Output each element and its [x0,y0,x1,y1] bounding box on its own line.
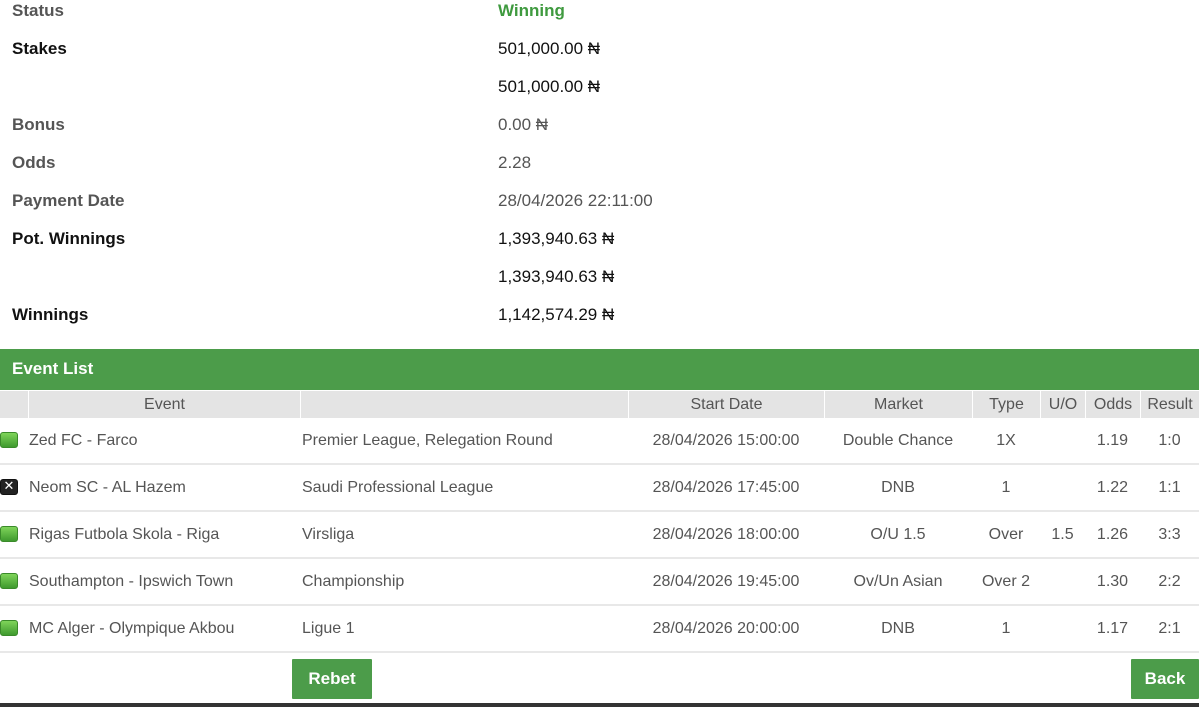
table-row: MC Alger - Olympique Akbou Ligue 1 28/04… [0,606,1199,653]
event-start-date: 28/04/2026 20:00:00 [652,620,800,637]
back-button[interactable]: Back [1131,659,1199,699]
event-name: MC Alger - Olympique Akbou [29,620,235,637]
table-row: Southampton - Ipswich Town Championship … [0,559,1199,606]
event-table-header: Event Start Date Market Type U/O Odds Re… [0,391,1199,418]
event-result: 3:3 [1158,526,1181,543]
pot-winnings-label: Pot. Winnings [12,229,126,248]
event-market: DNB [881,620,915,637]
event-market: Double Chance [842,432,954,449]
summary-row-odds: Odds 2.28 [0,152,1199,190]
event-list-title: Event List [12,359,94,378]
winnings-label: Winnings [12,305,89,324]
pot-winnings-value: 1,393,940.63 ₦ [498,229,615,248]
event-uo: 1.5 [1051,526,1074,543]
odds-label: Odds [12,153,56,172]
summary-row-payment-date: Payment Date 28/04/2026 22:11:00 [0,190,1199,228]
event-odds: 1.19 [1096,432,1129,449]
table-row: Rigas Futbola Skola - Riga Virsliga 28/0… [0,512,1199,559]
column-header-league [300,391,628,418]
winnings-value: 1,142,574.29 ₦ [498,305,615,324]
column-header-result: Result [1140,391,1199,418]
event-name: Zed FC - Farco [29,432,138,449]
payment-date-label: Payment Date [12,191,125,210]
event-league: Virsliga [302,526,355,543]
stakes-label: Stakes [12,39,67,58]
event-uo [1040,465,1085,510]
event-odds: 1.26 [1096,526,1129,543]
event-league: Ligue 1 [302,620,355,637]
event-league: Premier League, Relegation Round [302,432,553,449]
stakes-value-2: 501,000.00 ₦ [498,77,601,96]
column-header-event: Event [28,391,300,418]
column-header-status [0,391,28,418]
event-market: Ov/Un Asian [853,573,943,590]
event-league: Championship [302,573,405,590]
event-result: 2:1 [1158,620,1181,637]
event-name: Southampton - Ipswich Town [29,573,234,590]
payment-date-value: 28/04/2026 22:11:00 [498,191,653,210]
status-label: Status [12,1,64,20]
event-name: Neom SC - AL Hazem [29,479,186,496]
event-name: Rigas Futbola Skola - Riga [29,526,220,543]
event-market: O/U 1.5 [870,526,926,543]
summary-row-pot-winnings-2: 1,393,940.63 ₦ [0,266,1199,304]
status-value: Winning [498,1,565,20]
column-header-odds: Odds [1085,391,1140,418]
green-square-icon [0,620,18,636]
summary-row-bonus: Bonus 0.00 ₦ [0,114,1199,152]
stakes-value: 501,000.00 ₦ [498,39,601,58]
event-list-header: Event List [0,349,1199,390]
event-market: DNB [881,479,915,496]
event-type: 1X [996,432,1016,449]
column-header-type: Type [972,391,1040,418]
event-league: Saudi Professional League [302,479,494,496]
event-start-date: 28/04/2026 17:45:00 [652,479,800,496]
event-type: 1 [1001,620,1011,637]
summary-row-winnings: Winnings 1,142,574.29 ₦ [0,304,1199,342]
event-result: 1:1 [1158,479,1181,496]
rebet-button[interactable]: Rebet [292,659,372,699]
column-header-market: Market [824,391,972,418]
event-result: 2:2 [1158,573,1181,590]
event-result: 1:0 [1158,432,1181,449]
summary-row-stakes-2: 501,000.00 ₦ [0,76,1199,114]
event-type: Over [988,526,1024,543]
event-odds: 1.17 [1096,620,1129,637]
odds-value: 2.28 [498,153,532,172]
event-type: 1 [1001,479,1011,496]
x-mark-icon: ✕ [0,479,18,495]
green-square-icon [0,573,18,589]
column-header-start-date: Start Date [628,391,824,418]
event-odds: 1.30 [1096,573,1129,590]
bonus-label: Bonus [12,115,65,134]
summary-row-status: Status Winning [0,0,1199,38]
green-square-icon [0,432,18,448]
column-header-uo: U/O [1040,391,1085,418]
bonus-value: 0.00 ₦ [498,115,549,134]
event-odds: 1.22 [1096,479,1129,496]
event-start-date: 28/04/2026 15:00:00 [652,432,800,449]
pot-winnings-value-2: 1,393,940.63 ₦ [498,267,615,286]
table-row: Zed FC - Farco Premier League, Relegatio… [0,418,1199,465]
green-square-icon [0,526,18,542]
table-row: ✕ Neom SC - AL Hazem Saudi Professional … [0,465,1199,512]
summary-row-pot-winnings: Pot. Winnings 1,393,940.63 ₦ [0,228,1199,266]
event-start-date: 28/04/2026 18:00:00 [652,526,800,543]
event-uo [1040,418,1085,463]
event-type: Over 2 [981,573,1030,590]
event-start-date: 28/04/2026 19:45:00 [652,573,800,590]
event-uo [1040,559,1085,604]
summary-row-stakes: Stakes 501,000.00 ₦ [0,38,1199,76]
bottom-edge-bar [0,703,1199,707]
event-uo [1040,606,1085,651]
